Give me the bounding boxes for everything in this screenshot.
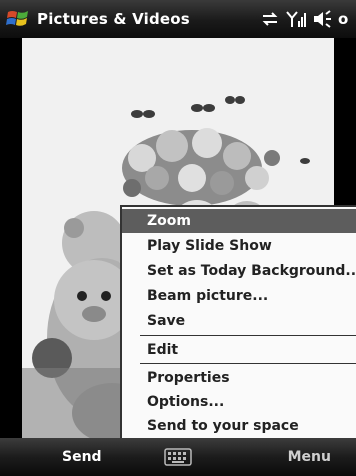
clock[interactable]: o <box>338 10 354 28</box>
menu-item-options[interactable]: Options... <box>122 390 356 414</box>
title-bar: Pictures & Videos o <box>0 0 356 38</box>
menu-item-save[interactable]: Save <box>122 309 356 333</box>
signal-icon[interactable] <box>286 9 306 29</box>
connectivity-icon[interactable] <box>260 9 280 29</box>
menu-item-play-slide-show[interactable]: Play Slide Show <box>122 234 356 258</box>
menu-item-zoom[interactable]: Zoom <box>122 209 356 233</box>
menu-separator <box>140 335 356 336</box>
menu-item-properties[interactable]: Properties <box>122 366 356 390</box>
menu-item-set-today-background[interactable]: Set as Today Background... <box>122 259 356 283</box>
keyboard-icon[interactable] <box>163 447 193 467</box>
menu-separator <box>140 363 356 364</box>
app-title: Pictures & Videos <box>37 10 190 28</box>
soft-key-bar: Send Menu <box>0 438 356 476</box>
status-icons: o <box>260 9 354 29</box>
menu-softkey[interactable]: Menu <box>236 449 356 465</box>
menu-item-edit[interactable]: Edit <box>122 338 356 362</box>
menu-item-beam-picture[interactable]: Beam picture... <box>122 284 356 308</box>
context-menu: Zoom Play Slide Show Set as Today Backgr… <box>120 205 356 438</box>
windows-start-icon[interactable] <box>3 4 33 34</box>
volume-icon[interactable] <box>312 9 332 29</box>
send-softkey[interactable]: Send <box>0 449 120 465</box>
menu-item-send-to-your-space[interactable]: Send to your space <box>122 414 356 438</box>
